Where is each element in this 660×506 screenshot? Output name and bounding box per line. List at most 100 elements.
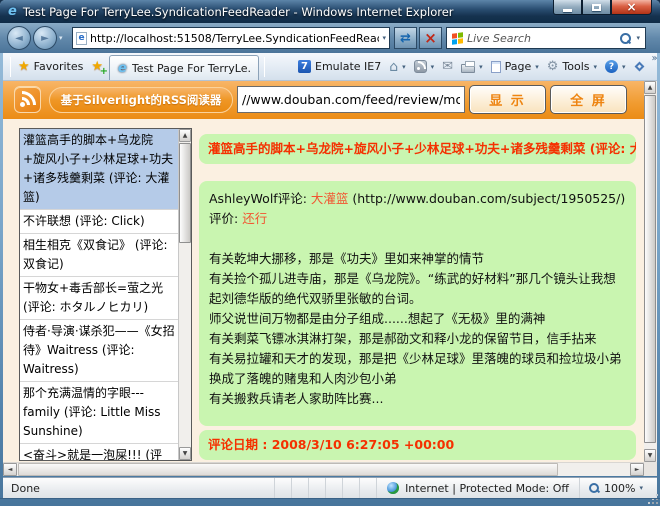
zoom-level: 100% [604, 481, 636, 495]
home-button[interactable]: ⌂ ▾ [385, 58, 409, 76]
feed-list: 灌篮高手的脚本+乌龙院+旋风小子+少林足球+功夫+诸多残羹剩菜 (评论: 大灌篮… [20, 129, 178, 460]
emulate-ie7-label: Emulate IE7 [315, 60, 382, 73]
feed-list-item[interactable]: 不许联想 (评论: Click) [20, 210, 178, 234]
review-paragraph: 有关易拉罐和天才的发现，那是把《少林足球》里落魄的球员和捡垃圾小弟换成了落魄的赌… [209, 351, 622, 386]
scroll-thumb[interactable] [644, 95, 656, 443]
favorites-button[interactable]: ★ Favorites [14, 58, 87, 75]
print-caret-icon: ▾ [479, 62, 483, 71]
addon-button[interactable] [630, 61, 649, 72]
help-caret-icon: ▾ [622, 62, 626, 71]
feed-list-item[interactable]: 干物女+毒舌部长=萤之光 (评论: ホタルノヒカリ) [20, 277, 178, 320]
help-button[interactable]: ? ▾ [601, 58, 630, 75]
divider [10, 56, 11, 77]
statusbar-cell [308, 478, 325, 498]
tools-caret-icon: ▾ [593, 62, 598, 71]
search-input[interactable] [467, 31, 616, 45]
favorites-label: Favorites [33, 60, 84, 73]
divider [264, 56, 266, 77]
zoom-icon [588, 482, 600, 494]
zoom-caret-icon: ▾ [639, 484, 643, 492]
scroll-left-button[interactable]: ◄ [3, 463, 17, 476]
back-button[interactable]: ◄ [7, 26, 31, 50]
vertical-scrollbar[interactable]: ▲ ▼ [644, 81, 657, 462]
search-icon[interactable] [619, 32, 632, 45]
tools-menu-button[interactable]: ⚙ Tools ▾ [543, 57, 601, 76]
title-bar: e Test Page For TerryLee.SyndicationFeed… [0, 0, 660, 23]
resize-grip[interactable] [649, 495, 658, 504]
add-favorite-button[interactable]: ★ + [87, 58, 108, 77]
statusbar-cell [325, 478, 342, 498]
maximize-button[interactable] [582, 0, 611, 15]
feed-list-item[interactable]: 侍者·导演·谋杀犯——《女招待》Waitress (评论: Waitress) [20, 320, 178, 382]
review-paragraph: 有关捡个孤儿进寺庙，那是《乌龙院》。“练武的好材料”那几个镜头让我想起刘德华版的… [209, 271, 616, 306]
frame-edge [0, 498, 660, 499]
feeds-caret-icon: ▾ [430, 62, 435, 71]
stop-icon: × [424, 29, 437, 47]
search-box[interactable]: ▾ [446, 27, 646, 49]
address-dropdown-caret-icon[interactable]: ▾ [382, 34, 386, 42]
home-icon: ⌂ [389, 58, 399, 75]
review-title: 灌篮高手的脚本+乌龙院+旋风小子+少林足球+功夫+诸多残羹剩菜 (评论: 大灌篮… [199, 134, 636, 164]
scroll-down-button[interactable]: ▼ [644, 449, 656, 462]
address-bar[interactable]: e ▾ [72, 27, 390, 49]
tab-active[interactable]: e Test Page For TerryLe... [109, 55, 260, 80]
minimize-button[interactable] [553, 0, 582, 15]
page-menu-button[interactable]: Page ▾ [487, 58, 543, 75]
navigation-bar: ◄ ► ▾ e ▾ ⇄ × ▾ [0, 23, 660, 53]
forward-button[interactable]: ► [33, 26, 57, 50]
mail-button[interactable]: ✉ [438, 57, 457, 76]
scroll-right-button[interactable]: ► [630, 463, 644, 476]
tab-favicon-icon: e [118, 60, 127, 76]
list-scrollbar[interactable]: ▲ ▼ [178, 129, 191, 460]
toolbar-overflow-chevron[interactable]: » [649, 53, 660, 64]
live-search-logo-icon [452, 31, 463, 45]
reader-title-button[interactable]: 基于Silverlight的RSS阅读器 [49, 87, 233, 113]
list-scroll-down-button[interactable]: ▼ [179, 447, 191, 460]
zoom-control[interactable]: 100% ▾ [579, 478, 657, 498]
favorites-bar: ★ Favorites ★ + e Test Page For TerryLe.… [3, 53, 660, 81]
browser-window: e Test Page For TerryLee.SyndicationFeed… [0, 0, 660, 506]
refresh-button[interactable]: ⇄ [394, 27, 417, 49]
close-button[interactable]: × [611, 0, 652, 15]
mail-icon: ✉ [442, 59, 454, 74]
list-scroll-thumb[interactable] [179, 143, 191, 243]
window-title: Test Page For TerryLee.SyndicationFeedRe… [22, 4, 454, 19]
feeds-button[interactable]: ▾ [410, 58, 439, 75]
list-scroll-up-button[interactable]: ▲ [179, 129, 191, 142]
security-zone: Internet | Protected Mode: Off [376, 478, 579, 498]
feed-list-item[interactable]: 相生相克《双食记》 (评论: 双食记) [20, 234, 178, 277]
review-body: AshleyWolf评论: 大灌篮 (http://www.douban.com… [199, 181, 636, 426]
print-button[interactable]: ▾ [457, 59, 487, 75]
scrollbar-corner [644, 462, 657, 476]
history-dropdown[interactable]: ▾ [59, 34, 63, 42]
globe-icon [387, 482, 400, 494]
scroll-up-button[interactable]: ▲ [644, 81, 656, 94]
feed-list-item[interactable]: <奋斗>就是一泡屎!!! (评论: 奋斗) [20, 444, 178, 460]
stop-button[interactable]: × [419, 27, 442, 49]
ie-logo-icon: e [8, 4, 17, 19]
status-text: Done [11, 481, 40, 495]
feeds-icon [413, 60, 427, 73]
statusbar-cell [359, 478, 376, 498]
refresh-icon: ⇄ [400, 30, 411, 46]
feed-list-item[interactable]: 灌篮高手的脚本+乌龙院+旋风小子+少林足球+功夫+诸多残羹剩菜 (评论: 大灌篮… [20, 129, 178, 210]
feed-url-input[interactable] [237, 86, 465, 113]
address-input[interactable] [90, 31, 380, 45]
back-icon: ◄ [15, 32, 23, 44]
rating-value: 还行 [242, 211, 268, 226]
horizontal-scrollbar[interactable]: ◄ ► [3, 462, 644, 476]
maximize-icon [592, 3, 601, 11]
page-caret-icon: ▾ [535, 62, 539, 71]
fullscreen-button[interactable]: 全 屏 [550, 85, 627, 114]
window-controls: × [553, 0, 652, 15]
review-rating-line: 评价: 还行 [209, 209, 626, 229]
statusbar-cell [342, 478, 359, 498]
page-icon [490, 60, 501, 73]
feed-list-item[interactable]: 那个充满温情的字眼---family (评论: Little Miss Suns… [20, 382, 178, 444]
search-dropdown-caret-icon[interactable]: ▾ [636, 34, 640, 42]
show-button[interactable]: 显 示 [469, 85, 546, 114]
review-paragraph: 师父说世间万物都是由分子组成......想起了《无极》里的满神 [209, 311, 546, 326]
horizontal-scroll-thumb[interactable] [18, 463, 558, 476]
emulate-ie7-button[interactable]: 7 Emulate IE7 [294, 58, 385, 75]
